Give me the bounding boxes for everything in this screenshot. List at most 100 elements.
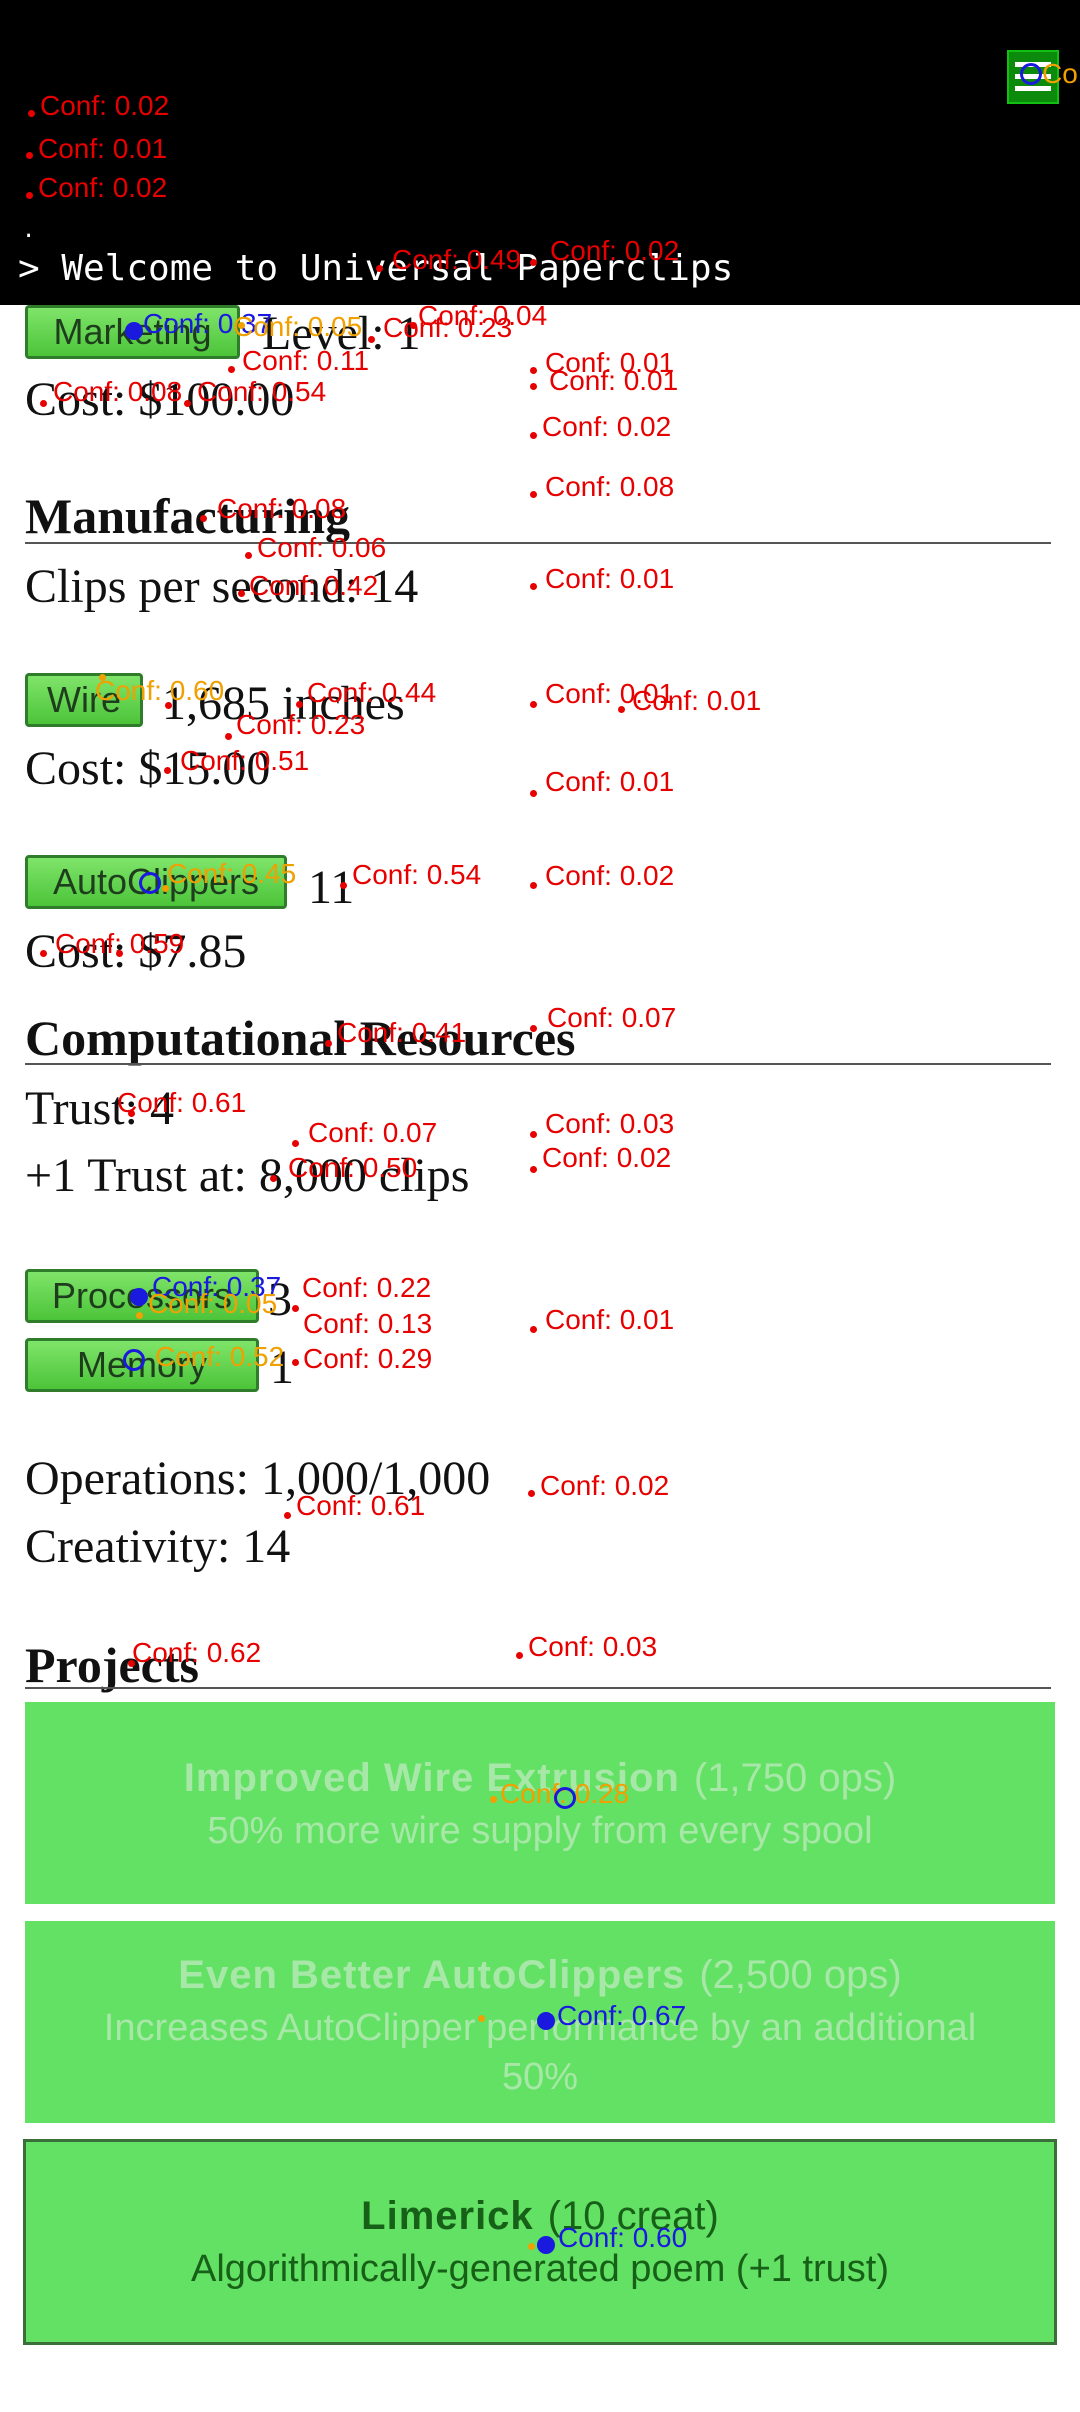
detection-point	[530, 367, 537, 374]
detection-center-dot	[537, 2236, 555, 2254]
detection-point	[340, 882, 347, 889]
detection-center-dot	[130, 1288, 148, 1306]
detection-label: Conf: 0.02	[40, 90, 170, 121]
detection-point	[530, 259, 537, 266]
detection-label: Conf: 0.02	[542, 411, 672, 442]
detection-point	[410, 322, 417, 329]
creativity: Creativity: 14	[25, 1520, 291, 1573]
detection-point	[530, 1025, 537, 1032]
detection-label: Conf: 0.49	[392, 244, 522, 275]
detection-label: Conf: 0.08	[53, 376, 183, 407]
detection-point	[99, 674, 106, 681]
detection-point	[184, 400, 191, 407]
detection-label: Conf: 0.07	[547, 1002, 677, 1033]
detection-point	[530, 790, 537, 797]
detection-label: Conf: 0.45	[167, 858, 297, 889]
detection-point	[376, 265, 383, 272]
detection-center-ring	[1020, 63, 1042, 85]
detection-point	[225, 733, 232, 740]
detection-point	[228, 366, 235, 373]
detection-label: Conf: 0.54	[352, 859, 482, 890]
detection-point	[238, 590, 245, 597]
detection-label: Conf: 0.01	[632, 685, 762, 716]
detection-center-ring	[123, 1349, 145, 1371]
detection-center-dot	[125, 322, 143, 340]
detection-label: Conf: 0.06	[257, 532, 387, 563]
detection-point	[245, 552, 252, 559]
detection-point	[162, 885, 169, 892]
detection-label: Conf: 0.51	[180, 745, 310, 776]
detection-label: Conf: 0.44	[307, 677, 437, 708]
detection-label: Conf: 0.01	[545, 563, 675, 594]
detection-label: Conf: 0.61	[296, 1490, 426, 1521]
detection-label: Conf: 0.67	[557, 2000, 687, 2031]
detection-point	[292, 1305, 299, 1312]
detection-label: Conf: 0.08	[545, 471, 675, 502]
detection-label: Conf: 0.01	[545, 766, 675, 797]
detection-point	[238, 322, 245, 329]
detection-point	[116, 950, 123, 957]
detection-point	[28, 110, 35, 117]
detection-label: Conf: 0.01	[38, 133, 168, 164]
detection-point	[530, 491, 537, 498]
detection-center-ring	[139, 872, 161, 894]
detection-point	[270, 1175, 277, 1182]
detection-label: Conf: 0.50	[288, 1152, 418, 1183]
detection-point	[40, 950, 47, 957]
detection-label: Conf: 0.05	[148, 1288, 278, 1319]
detection-label: Co	[1042, 58, 1078, 89]
detection-point	[530, 701, 537, 708]
detection-point	[325, 1040, 332, 1047]
detection-label: Conf: 0.02	[38, 172, 168, 203]
detection-point	[478, 2015, 485, 2022]
detection-label: Conf: 0.02	[540, 1470, 670, 1501]
detection-point	[516, 1652, 523, 1659]
detection-point	[164, 767, 171, 774]
project-title: Limerick	[361, 2194, 534, 2238]
detection-label: Conf: 0.54	[197, 376, 327, 407]
detection-label: Conf: 0.02	[545, 860, 675, 891]
project-description: 50% more wire supply from every spool	[207, 1810, 873, 1852]
detection-point	[530, 1326, 537, 1333]
detection-point	[40, 400, 47, 407]
detection-label: Conf: 0.13	[303, 1308, 433, 1339]
detection-point	[296, 701, 303, 708]
detection-label: Conf: 0.52	[155, 1341, 285, 1372]
detection-point	[530, 1131, 537, 1138]
detection-center-dot	[537, 2012, 555, 2030]
detection-label: Conf: 0.60	[558, 2222, 688, 2253]
divider	[25, 1687, 1051, 1689]
detection-label: Conf: 0.61	[117, 1087, 247, 1118]
detection-label: Conf: 0.62	[132, 1637, 262, 1668]
project-title: Even Better AutoClippers	[178, 1953, 686, 1997]
detection-label: Conf: 0.02	[550, 235, 680, 266]
detection-center-ring	[554, 1787, 576, 1809]
detection-point	[528, 2243, 535, 2250]
detection-point	[618, 706, 625, 713]
detection-label: Conf: 0.29	[303, 1343, 433, 1374]
project-cost: (2,500 ops)	[699, 1953, 902, 1997]
detection-point	[530, 383, 537, 390]
detection-label: Conf: 0.01	[549, 365, 679, 396]
computational-heading: Computational Resources	[25, 1010, 576, 1066]
detection-point	[26, 152, 33, 159]
detection-point	[368, 336, 375, 343]
detection-point	[292, 1359, 299, 1366]
detection-label: Conf: 0.07	[308, 1117, 438, 1148]
detection-label: Conf: 0.03	[528, 1631, 658, 1662]
detection-label: Conf: 0.01	[545, 1304, 675, 1335]
divider	[25, 1063, 1051, 1065]
detection-point	[165, 702, 172, 709]
console-dot: .	[22, 218, 36, 243]
detection-label: Conf: 0.23	[383, 312, 513, 343]
detection-point	[528, 1490, 535, 1497]
detection-label: Conf: 0.42	[249, 570, 379, 601]
detection-point	[530, 432, 537, 439]
detection-label: Conf: 0.08	[217, 493, 347, 524]
detection-point	[128, 1110, 135, 1117]
detection-point	[284, 1512, 291, 1519]
detection-label: Conf: 0.41	[337, 1017, 467, 1048]
detection-label: Conf: 0.23	[236, 709, 366, 740]
divider	[25, 542, 1051, 544]
detection-label: Conf: 0.05	[233, 311, 363, 342]
